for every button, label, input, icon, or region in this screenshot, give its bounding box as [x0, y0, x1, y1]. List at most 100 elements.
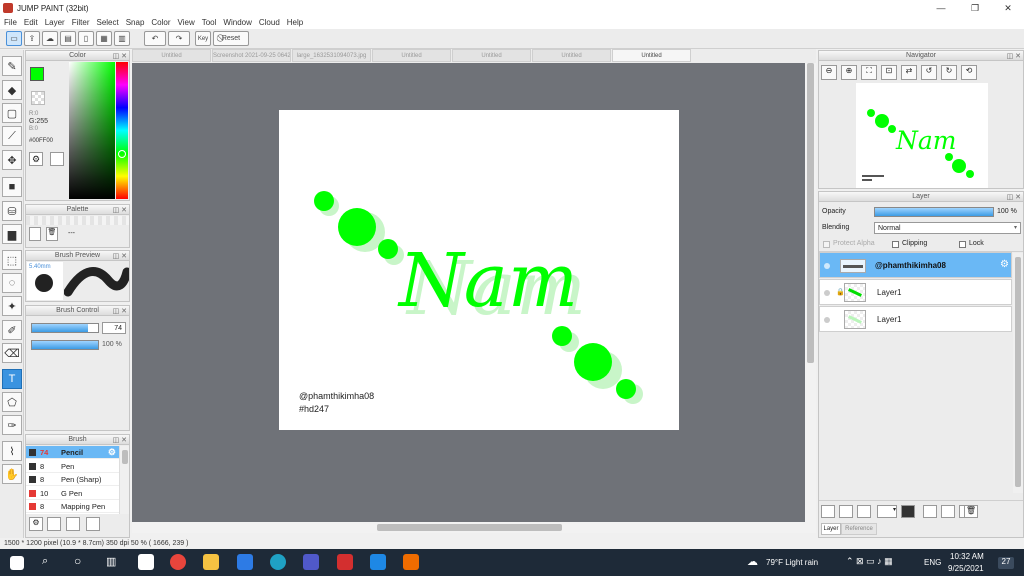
- menu-window[interactable]: Window: [223, 18, 251, 27]
- menu-color[interactable]: Color: [151, 18, 170, 27]
- cloud-icon[interactable]: ☁: [42, 31, 58, 46]
- menu-view[interactable]: View: [178, 18, 195, 27]
- transparent-swatch[interactable]: [31, 91, 45, 105]
- shape-tool-icon[interactable]: ⬠: [2, 392, 22, 412]
- eyedropper-icon[interactable]: ⌇: [2, 441, 22, 461]
- menu-edit[interactable]: Edit: [24, 18, 38, 27]
- folder-icon[interactable]: [901, 505, 915, 518]
- text-tool-icon[interactable]: T: [2, 369, 22, 389]
- brush-tool-icon[interactable]: ✎: [2, 56, 22, 76]
- zoom-out-icon[interactable]: ⊖: [821, 65, 837, 80]
- delete-layer-icon[interactable]: 🗑: [964, 505, 978, 518]
- new-vector-icon[interactable]: [857, 505, 871, 518]
- tray-icons[interactable]: ⌃ ⊠ ▭ ♪ ▦: [846, 556, 893, 567]
- flip-icon[interactable]: ⇄: [901, 65, 917, 80]
- jump-paint-icon[interactable]: [337, 554, 353, 570]
- rect-select-icon[interactable]: ▢: [2, 103, 22, 123]
- undo-icon[interactable]: ↶: [144, 31, 166, 46]
- panel-controls-icon[interactable]: ◫ ✕: [1007, 52, 1021, 62]
- widgets-icon[interactable]: ▥: [106, 555, 116, 568]
- saturation-value-picker[interactable]: [69, 62, 115, 199]
- pen-tool-icon[interactable]: ✑: [2, 415, 22, 435]
- color-mode-icon[interactable]: [50, 152, 64, 166]
- gear-icon[interactable]: ⚙: [1000, 259, 1009, 270]
- move-tool-icon[interactable]: ✥: [2, 150, 22, 170]
- actual-size-icon[interactable]: ⊡: [881, 65, 897, 80]
- panel-controls-icon[interactable]: ◫ ✕: [113, 252, 127, 262]
- delete-palette-icon[interactable]: 🗑: [46, 227, 58, 241]
- hand-tool-icon[interactable]: ✋: [2, 464, 22, 484]
- brush-list-scrollbar[interactable]: [119, 446, 129, 514]
- brush-list-item[interactable]: 74 Pencil ⚙: [26, 446, 119, 459]
- select-pen-icon[interactable]: ✐: [2, 320, 22, 340]
- app-icon[interactable]: [403, 554, 419, 570]
- export-icon[interactable]: ⇪: [24, 31, 40, 46]
- tab-layer[interactable]: Layer: [821, 523, 841, 535]
- clipping-checkbox[interactable]: [892, 241, 899, 248]
- color-wheel-icon[interactable]: ⚙: [29, 152, 43, 166]
- line-tool-icon[interactable]: ⟋: [2, 126, 22, 146]
- new-window-icon[interactable]: ▭: [6, 31, 22, 46]
- hue-slider[interactable]: [116, 62, 128, 199]
- menu-filter[interactable]: Filter: [72, 18, 90, 27]
- brush-size-slider[interactable]: [31, 323, 99, 333]
- minimize-button[interactable]: —: [926, 0, 956, 16]
- menu-file[interactable]: File: [4, 18, 17, 27]
- maximize-button[interactable]: ❐: [960, 0, 990, 16]
- magic-wand-icon[interactable]: ✦: [2, 296, 22, 316]
- select-eraser-icon[interactable]: ⌫: [2, 343, 22, 363]
- canvas-horizontal-scrollbar[interactable]: [132, 522, 816, 533]
- brush-settings-icon[interactable]: ⚙: [29, 517, 43, 531]
- store-icon[interactable]: [138, 554, 154, 570]
- new-raster-icon[interactable]: [839, 505, 853, 518]
- tab-document[interactable]: Untitled: [372, 49, 451, 62]
- navigator-thumbnail[interactable]: Nam: [856, 83, 988, 188]
- tab-document-active[interactable]: Untitled: [612, 49, 691, 62]
- chrome-icon[interactable]: [170, 554, 186, 570]
- grid-icon[interactable]: ▦: [96, 31, 112, 46]
- page-icon[interactable]: ▯: [78, 31, 94, 46]
- menu-cloud[interactable]: Cloud: [259, 18, 280, 27]
- layer-row-selected[interactable]: @phamthikimha08 ⚙: [819, 252, 1012, 278]
- brush-list-item[interactable]: 8 Pen: [26, 460, 119, 473]
- brush-list-item[interactable]: 10 G Pen: [26, 487, 119, 500]
- panel-controls-icon[interactable]: ◫ ✕: [1007, 193, 1021, 203]
- fill-rect-icon[interactable]: ■: [2, 177, 22, 197]
- skype-icon[interactable]: [370, 554, 386, 570]
- layer-opacity-slider[interactable]: [874, 207, 994, 217]
- fit-view-icon[interactable]: ⛶: [861, 65, 877, 80]
- weather-text[interactable]: 79°F Light rain: [766, 558, 818, 567]
- lock-checkbox[interactable]: [959, 241, 966, 248]
- marquee-icon[interactable]: ⬚: [2, 250, 22, 270]
- eraser-tool-icon[interactable]: ◆: [2, 80, 22, 100]
- edge-icon[interactable]: [270, 554, 286, 570]
- task-view-icon[interactable]: ○: [74, 554, 81, 568]
- layer-type-dropdown[interactable]: ▾: [877, 505, 897, 518]
- reset-rotation-icon[interactable]: ⟲: [961, 65, 977, 80]
- visibility-icon[interactable]: [824, 263, 830, 269]
- panel-controls-icon[interactable]: ◫ ✕: [113, 436, 127, 446]
- new-palette-icon[interactable]: [29, 227, 41, 241]
- redo-icon[interactable]: ↷: [168, 31, 190, 46]
- protect-alpha-checkbox[interactable]: [823, 241, 830, 248]
- document-canvas[interactable]: Nam Nam @phamthikimha08 #hd247: [279, 110, 679, 430]
- print-icon[interactable]: ▤: [60, 31, 76, 46]
- file-explorer-icon[interactable]: [203, 554, 219, 570]
- menu-snap[interactable]: Snap: [126, 18, 145, 27]
- zoom-in-icon[interactable]: ⊕: [841, 65, 857, 80]
- brush-list-item[interactable]: 8 Pen (Sharp): [26, 473, 119, 486]
- mail-icon[interactable]: [237, 554, 253, 570]
- brush-list-item[interactable]: 8 Mapping Pen: [26, 500, 119, 513]
- tab-document[interactable]: Screenshot 2021-09-25 064243.png: [212, 49, 291, 62]
- copy-layer-icon[interactable]: [923, 505, 937, 518]
- new-layer-icon[interactable]: [821, 505, 835, 518]
- foreground-color-swatch[interactable]: [30, 67, 44, 81]
- panel-controls-icon[interactable]: ◫ ✕: [113, 206, 127, 216]
- copy-brush-icon[interactable]: [86, 517, 100, 531]
- windows-start-icon[interactable]: [10, 556, 24, 570]
- tab-document[interactable]: Untitled: [532, 49, 611, 62]
- close-button[interactable]: ✕: [993, 0, 1023, 16]
- layer-row[interactable]: 🔒 Layer1: [819, 279, 1012, 305]
- language-indicator[interactable]: ENG: [924, 558, 941, 567]
- tab-document[interactable]: large_1632531094073.jpg: [292, 49, 371, 62]
